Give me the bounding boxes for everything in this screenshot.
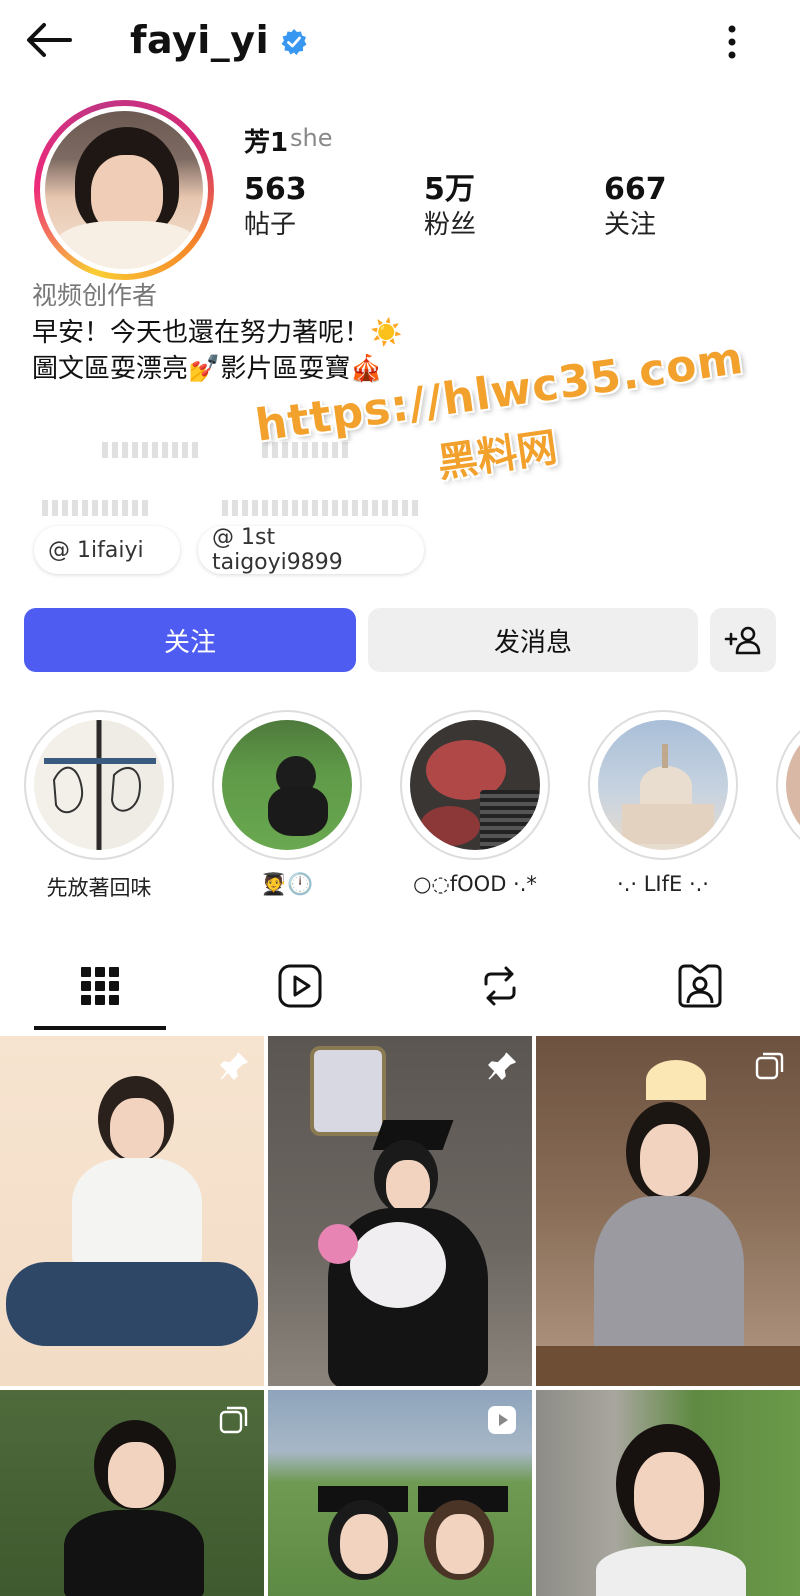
profile-category: 视频创作者: [32, 281, 158, 310]
highlight-label: ·.· LIfE ·.·: [617, 872, 709, 896]
post-tile[interactable]: [0, 1390, 264, 1596]
verified-badge-icon: [281, 29, 307, 55]
tagged-icon: [678, 964, 722, 1008]
profile-avatar[interactable]: [34, 100, 214, 280]
stat-posts-value: 563: [244, 172, 307, 207]
tab-reposts[interactable]: [400, 946, 600, 1026]
stat-following-label: 关注: [604, 210, 657, 240]
active-tab-indicator: [34, 1026, 166, 1030]
posts-grid: [0, 1036, 800, 1596]
repost-icon: [484, 966, 516, 1006]
profile-link-chip-1[interactable]: @ 1ifaiyi: [34, 526, 180, 574]
post-tile[interactable]: [536, 1036, 800, 1386]
bio-line-1: 早安！今天也還在努力著呢！☀️: [32, 318, 403, 348]
carousel-icon: [755, 1052, 784, 1080]
highlight-item-2[interactable]: 🧑‍🎓🕛: [212, 710, 362, 897]
grid-icon: [81, 967, 119, 1005]
stat-posts[interactable]: 563 帖子: [244, 172, 307, 242]
pinned-icon: [220, 1052, 248, 1080]
add-person-icon: [724, 626, 761, 655]
post-tile[interactable]: [536, 1390, 800, 1596]
highlight-item-5[interactable]: [776, 710, 800, 860]
stat-posts-label: 帖子: [244, 210, 297, 240]
post-tile[interactable]: [268, 1036, 532, 1386]
follow-button[interactable]: 关注: [24, 608, 356, 672]
stat-following-value: 667: [604, 172, 667, 207]
tab-posts-grid[interactable]: [0, 946, 200, 1026]
reel-icon: [488, 1406, 516, 1434]
profile-username: fayi_yi: [130, 18, 270, 62]
highlight-label: 先放著回味: [46, 876, 152, 900]
highlight-item-4[interactable]: ·.· LIfE ·.·: [588, 710, 738, 896]
top-bar: fayi_yi: [0, 0, 800, 84]
more-vertical-icon: [728, 25, 736, 59]
more-options-button[interactable]: [712, 18, 752, 66]
message-button[interactable]: 发消息: [368, 608, 698, 672]
reels-icon: [278, 964, 322, 1008]
highlight-item-3[interactable]: ○◌fOOD ·.*: [400, 710, 550, 896]
arrow-left-icon: [27, 23, 72, 57]
stat-followers-value: 5万: [424, 172, 475, 207]
post-tile[interactable]: [268, 1390, 532, 1596]
bio-line-2: 圖文區耍漂亮💅影片區耍寶🎪: [32, 354, 383, 384]
highlight-label: 🧑‍🎓🕛: [260, 872, 314, 896]
highlight-label: ○◌fOOD ·.*: [413, 872, 537, 896]
carousel-icon: [219, 1406, 248, 1434]
post-tile[interactable]: [0, 1036, 264, 1386]
tab-tagged[interactable]: [600, 946, 800, 1026]
profile-link-chip-2[interactable]: @ 1st taigoyi9899: [198, 525, 424, 575]
back-button[interactable]: [20, 18, 76, 62]
stat-following[interactable]: 667 关注: [604, 172, 667, 242]
pinned-icon: [488, 1052, 516, 1080]
highlight-item-1[interactable]: 先放著回味: [24, 710, 174, 902]
stat-followers[interactable]: 5万 粉丝: [424, 172, 476, 242]
display-name: 芳1: [244, 128, 289, 158]
profile-tab-bar: [0, 946, 800, 1032]
tab-reels[interactable]: [200, 946, 400, 1026]
stat-followers-label: 粉丝: [424, 210, 477, 240]
pronoun: she: [290, 124, 333, 152]
suggest-users-button[interactable]: [710, 608, 776, 672]
